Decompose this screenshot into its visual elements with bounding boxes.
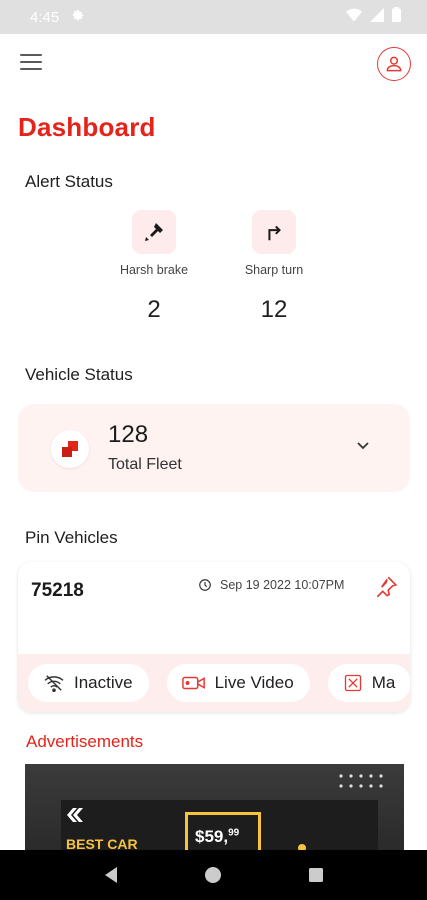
harsh-brake-icon — [145, 223, 163, 241]
ad-price-main: $59, — [195, 827, 229, 846]
menu-button[interactable] — [20, 54, 42, 72]
timestamp: Sep 19 2022 10:07PM — [220, 578, 345, 592]
profile-button[interactable] — [377, 47, 411, 81]
ad-headline: BEST CAR — [66, 836, 138, 850]
menu-icon-line — [20, 68, 42, 70]
status-time: 4:45 — [30, 8, 60, 26]
alert-status-heading: Alert Status — [25, 172, 113, 191]
chip-label: Inactive — [74, 673, 133, 692]
page-title: Dashboard — [18, 112, 156, 142]
clock-icon — [199, 579, 211, 591]
menu-icon-line — [20, 61, 42, 63]
chip-inactive[interactable]: Inactive — [28, 664, 149, 702]
back-icon — [105, 867, 118, 883]
decorative-dots — [339, 774, 383, 788]
pinned-vehicle-card[interactable]: 75218 Sep 19 2022 10:07PM Inactive Live … — [18, 562, 410, 712]
pin-icon — [376, 576, 398, 598]
total-fleet-count: 128 — [108, 421, 149, 448]
chip-live-video[interactable]: Live Video — [166, 664, 310, 702]
battery-icon — [392, 7, 401, 27]
alert-label: Sharp turn — [244, 263, 304, 277]
alert-sharp-turn[interactable]: Sharp turn 12 — [219, 210, 329, 324]
fleet-icon — [51, 430, 89, 468]
top-app-bar — [0, 34, 427, 94]
map-icon — [344, 674, 361, 692]
status-bar: 4:45 — [0, 0, 427, 34]
recents-button[interactable] — [296, 855, 336, 895]
app-content: Dashboard Alert Status Harsh brake 2 Sha… — [0, 34, 427, 850]
total-fleet-card[interactable]: 128 Total Fleet — [18, 404, 410, 492]
advertisements-heading: Advertisements — [26, 732, 144, 751]
recents-icon — [308, 868, 323, 882]
sharp-turn-icon — [268, 225, 281, 241]
chip-label: Ma — [371, 673, 396, 692]
alert-count: 12 — [260, 296, 288, 323]
ad-logo-icon — [67, 808, 83, 825]
wifi-off-icon — [44, 675, 64, 692]
wifi-icon — [346, 8, 362, 27]
expand-button[interactable] — [356, 438, 370, 456]
total-fleet-label: Total Fleet — [108, 456, 182, 473]
menu-icon — [20, 54, 42, 56]
advertisement-banner[interactable]: BEST CAR $59,99 — [25, 764, 404, 850]
chip-map[interactable]: Ma — [327, 664, 410, 702]
back-button[interactable] — [91, 855, 131, 895]
alert-icon-box[interactable] — [252, 210, 296, 254]
unpin-button[interactable] — [373, 574, 399, 605]
system-navigation-bar — [0, 850, 427, 900]
vehicle-actions-row[interactable]: Inactive Live Video Ma — [18, 654, 410, 712]
signal-icon — [370, 7, 384, 27]
vehicle-status-heading: Vehicle Status — [25, 365, 133, 384]
chevron-down-icon — [357, 442, 369, 450]
chip-label: Live Video — [214, 673, 294, 692]
video-camera-icon — [181, 676, 205, 690]
ad-price: $59,99 — [195, 827, 239, 847]
ad-price-cents: 99 — [228, 827, 240, 839]
alert-count: 2 — [147, 296, 161, 323]
user-icon — [386, 56, 402, 72]
alert-icon-box[interactable] — [132, 210, 176, 254]
alert-label: Harsh brake — [119, 263, 189, 277]
settings-icon — [71, 8, 85, 26]
home-icon — [205, 867, 222, 883]
pin-vehicles-heading: Pin Vehicles — [25, 528, 118, 547]
home-button[interactable] — [193, 855, 233, 895]
alert-harsh-brake[interactable]: Harsh brake 2 — [99, 210, 209, 324]
vehicle-id: 75218 — [31, 580, 84, 601]
last-update-time: Sep 19 2022 10:07PM — [198, 578, 344, 592]
